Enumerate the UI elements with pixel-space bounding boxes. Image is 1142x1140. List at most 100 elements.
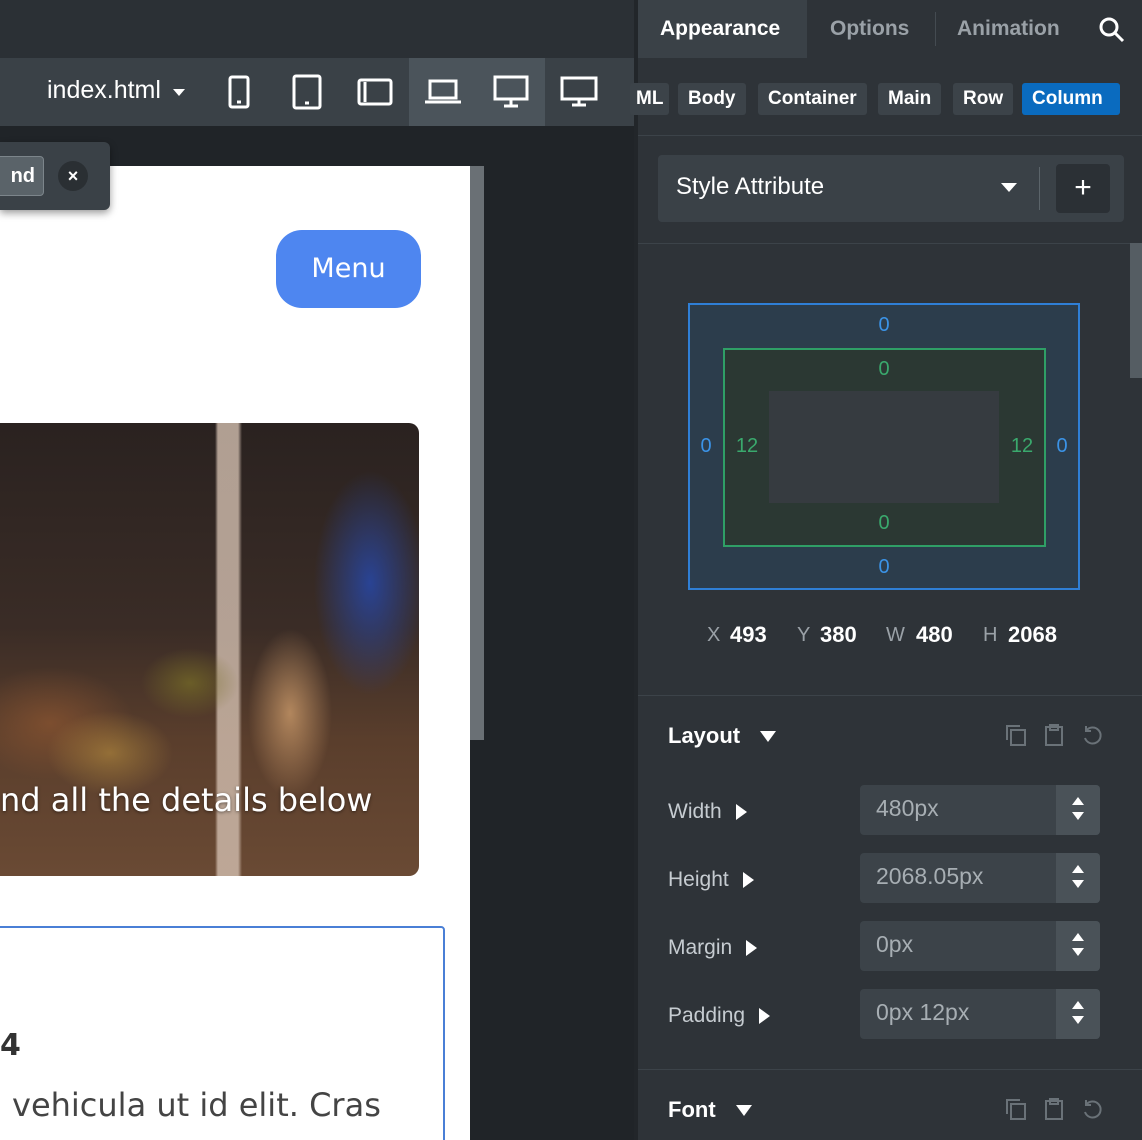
- stepper-icon[interactable]: [1056, 785, 1100, 835]
- padding-bottom-value[interactable]: 0: [864, 512, 904, 535]
- layout-section-title[interactable]: Layout: [668, 723, 740, 749]
- laptop-icon: [425, 79, 461, 104]
- paste-icon[interactable]: [1042, 1097, 1066, 1121]
- w-label: W: [886, 624, 905, 646]
- monitor-view-button[interactable]: [545, 58, 613, 126]
- padding-right-value[interactable]: 12: [1002, 435, 1042, 458]
- stepper-icon[interactable]: [1056, 853, 1100, 903]
- font-tools: [1004, 1097, 1104, 1121]
- width-label-text: Width: [668, 800, 722, 823]
- stepper-icon[interactable]: [1056, 989, 1100, 1039]
- margin-input[interactable]: 0px: [860, 921, 1100, 971]
- x-value: 493: [730, 622, 767, 647]
- expand-arrow-icon[interactable]: [742, 872, 754, 888]
- caret-down-icon[interactable]: [736, 1105, 752, 1116]
- expand-arrow-icon[interactable]: [759, 1008, 771, 1024]
- file-selector[interactable]: index.html: [47, 76, 185, 105]
- file-name: index.html: [47, 76, 161, 104]
- editor-top-strip: [0, 0, 634, 58]
- height-input[interactable]: 2068.05px: [860, 853, 1100, 903]
- element-coordinates: X 493 Y 380 W 480 H 2068: [638, 620, 1142, 650]
- layout-tools: [1004, 723, 1104, 747]
- tablet-view-button[interactable]: [273, 58, 341, 126]
- margin-label-text: Margin: [668, 936, 733, 959]
- x-label: X: [707, 624, 721, 646]
- desktop-icon: [493, 75, 529, 108]
- copy-icon[interactable]: [1004, 723, 1028, 747]
- select-divider: [1039, 167, 1040, 210]
- phone-icon: [228, 75, 250, 109]
- tab-appearance[interactable]: Appearance: [638, 0, 807, 58]
- page-preview[interactable]: Menu nd all the details below 4 vehicula…: [0, 166, 470, 1140]
- style-attribute-select[interactable]: Style Attribute +: [658, 155, 1124, 222]
- margin-bottom-value[interactable]: 0: [864, 556, 904, 579]
- tab-animation[interactable]: Animation: [957, 0, 1060, 58]
- margin-right-value[interactable]: 0: [1042, 435, 1082, 458]
- chip-button[interactable]: nd: [0, 156, 44, 196]
- breadcrumb-column[interactable]: Column: [1022, 83, 1120, 115]
- padding-label: Padding: [668, 1004, 771, 1028]
- section-divider: [638, 695, 1142, 696]
- reset-icon[interactable]: [1080, 723, 1104, 747]
- reset-icon[interactable]: [1080, 1097, 1104, 1121]
- expand-arrow-icon[interactable]: [735, 804, 747, 820]
- breadcrumb-container[interactable]: Container: [758, 83, 867, 115]
- breadcrumb-main[interactable]: Main: [878, 83, 942, 115]
- hero-image[interactable]: nd all the details below: [0, 423, 419, 876]
- selector-chip: nd ×: [0, 142, 110, 210]
- height-label-text: Height: [668, 868, 729, 891]
- close-icon[interactable]: ×: [58, 161, 88, 191]
- breadcrumb-body[interactable]: Body: [678, 83, 746, 115]
- paste-icon[interactable]: [1042, 723, 1066, 747]
- card-text: vehicula ut id elit. Cras: [12, 1086, 381, 1124]
- y-value: 380: [820, 622, 857, 647]
- width-label: Width: [668, 800, 747, 824]
- margin-label: Margin: [668, 936, 758, 960]
- padding-input[interactable]: 0px 12px: [860, 989, 1100, 1039]
- margin-value: 0px: [876, 931, 914, 957]
- tab-divider: [935, 12, 936, 46]
- properties-panel: Appearance Options Animation ML Body Con…: [630, 0, 1142, 1140]
- menu-button[interactable]: Menu: [276, 230, 421, 308]
- expand-arrow-icon[interactable]: [746, 940, 758, 956]
- panel-tabs: Appearance Options Animation: [638, 0, 1142, 58]
- content-box: [769, 391, 999, 503]
- caret-down-icon: [172, 88, 185, 96]
- tablet-icon: [292, 74, 322, 110]
- search-icon[interactable]: [1098, 16, 1126, 44]
- phone-view-button[interactable]: [205, 58, 273, 126]
- breadcrumb: ML Body Container Main Row Column: [630, 58, 1142, 136]
- margin-top-value[interactable]: 0: [864, 314, 904, 337]
- caret-down-icon[interactable]: [1001, 183, 1017, 192]
- breadcrumb-html[interactable]: ML: [630, 83, 670, 115]
- margin-left-value[interactable]: 0: [686, 435, 726, 458]
- caret-down-icon[interactable]: [760, 731, 776, 742]
- laptop-view-button[interactable]: [409, 58, 477, 126]
- padding-value: 0px 12px: [876, 999, 970, 1025]
- tablet-landscape-icon: [357, 78, 393, 106]
- width-input[interactable]: 480px: [860, 785, 1100, 835]
- w-value: 480: [916, 622, 953, 647]
- section-divider: [638, 243, 1142, 244]
- breadcrumb-row[interactable]: Row: [953, 83, 1014, 115]
- padding-left-value[interactable]: 12: [727, 435, 767, 458]
- selected-column[interactable]: 4 vehicula ut id elit. Cras: [0, 926, 445, 1140]
- hero-text: nd all the details below: [0, 781, 373, 819]
- width-value: 480px: [876, 795, 939, 821]
- copy-icon[interactable]: [1004, 1097, 1028, 1121]
- desktop-view-button[interactable]: [477, 58, 545, 126]
- tablet-landscape-view-button[interactable]: [341, 58, 409, 126]
- h-value: 2068: [1008, 622, 1057, 647]
- style-select-label: Style Attribute: [676, 173, 825, 200]
- panel-scrollbar[interactable]: [1130, 243, 1142, 378]
- canvas-scrollbar[interactable]: [470, 166, 484, 740]
- y-label: Y: [797, 624, 811, 646]
- add-style-button[interactable]: +: [1056, 164, 1110, 213]
- font-section-title[interactable]: Font: [668, 1097, 716, 1123]
- padding-label-text: Padding: [668, 1004, 746, 1027]
- tab-options[interactable]: Options: [830, 0, 909, 58]
- device-toolbar: index.html: [0, 58, 634, 126]
- stepper-icon[interactable]: [1056, 921, 1100, 971]
- card-number: 4: [0, 1028, 21, 1063]
- padding-top-value[interactable]: 0: [864, 358, 904, 381]
